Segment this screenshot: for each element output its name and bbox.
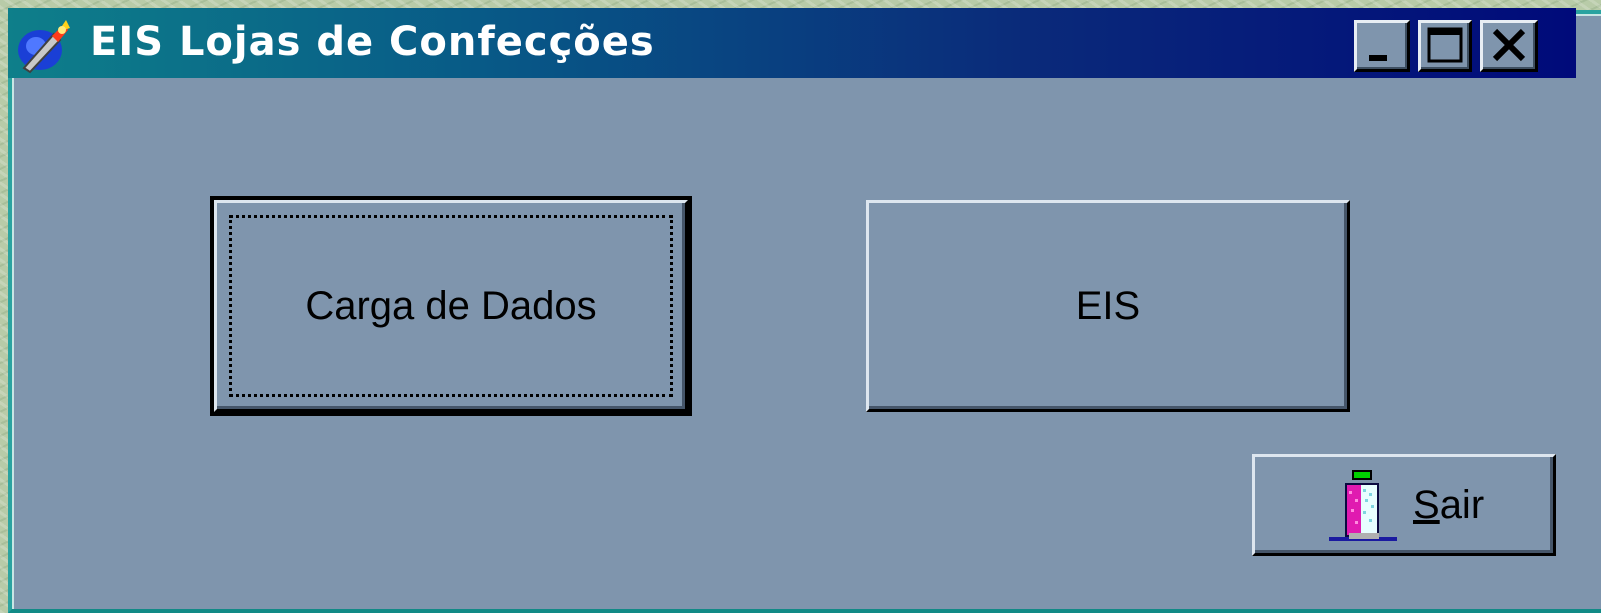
close-button[interactable] <box>1480 20 1538 72</box>
sair-button[interactable]: Sair <box>1252 454 1556 556</box>
close-icon <box>1492 28 1526 62</box>
maximize-icon <box>1427 27 1463 63</box>
sair-mnemonic: S <box>1413 483 1440 527</box>
maximize-button[interactable] <box>1418 20 1472 72</box>
minimize-icon <box>1369 55 1387 61</box>
eis-button[interactable]: EIS <box>866 200 1350 412</box>
title-bar[interactable]: EIS Lojas de Confecções <box>8 8 1576 78</box>
eis-label: EIS <box>1075 283 1141 328</box>
carga-de-dados-button[interactable]: Carga de Dados <box>210 196 692 416</box>
sair-label: Sair <box>1413 479 1484 531</box>
minimize-button[interactable] <box>1354 20 1410 72</box>
app-torch-icon[interactable] <box>14 16 72 74</box>
window-title: EIS Lojas de Confecções <box>90 19 655 65</box>
sair-label-rest: air <box>1439 483 1485 527</box>
exit-door-icon <box>1329 470 1397 541</box>
carga-de-dados-label: Carga de Dados <box>305 283 597 328</box>
